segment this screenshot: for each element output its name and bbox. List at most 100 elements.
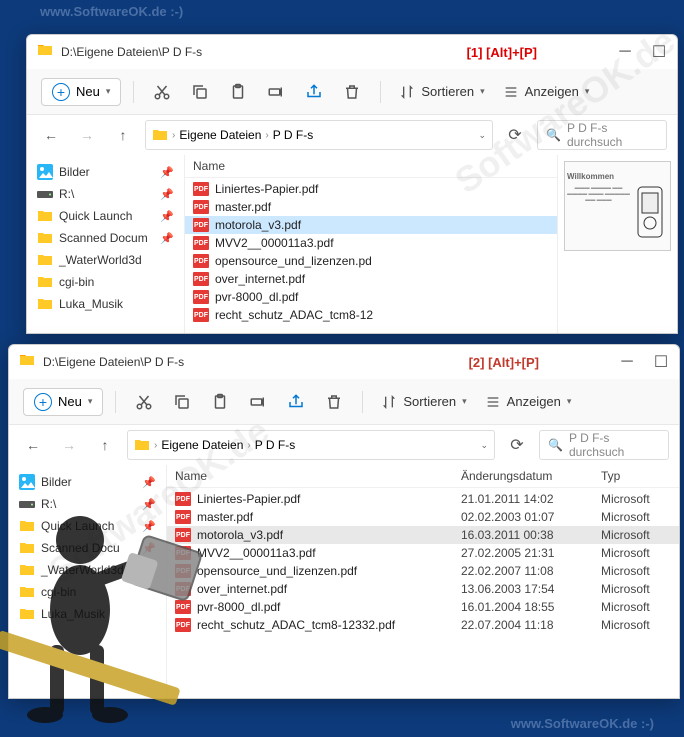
file-row[interactable]: PDFmotorola_v3.pdf: [185, 216, 557, 234]
file-row[interactable]: PDFpvr-8000_dl.pdf16.01.2004 18:55Micros…: [167, 598, 679, 616]
file-row[interactable]: PDFMVV2__000011a3.pdf27.02.2005 21:31Mic…: [167, 544, 679, 562]
share-icon[interactable]: [298, 76, 330, 108]
sidebar-item[interactable]: cgi-bin: [9, 581, 166, 603]
up-button[interactable]: ↑: [109, 121, 137, 149]
rename-icon[interactable]: [260, 76, 292, 108]
maximize-button[interactable]: ☐: [653, 354, 669, 370]
minimize-button[interactable]: ─: [619, 354, 635, 370]
share-icon[interactable]: [280, 386, 312, 418]
breadcrumb[interactable]: › Eigene Dateien › P D F-s ⌄: [145, 120, 493, 150]
file-row[interactable]: PDFLiniertes-Papier.pdf21.01.2011 14:02M…: [167, 490, 679, 508]
paste-icon[interactable]: [222, 76, 254, 108]
drive-icon: [37, 186, 53, 202]
breadcrumb-item[interactable]: P D F-s: [273, 128, 313, 142]
refresh-button[interactable]: ⟳: [501, 125, 529, 145]
sidebar-item[interactable]: _WaterWorld3d: [27, 249, 184, 271]
copy-icon[interactable]: [166, 386, 198, 418]
file-row[interactable]: PDFopensource_und_lizenzen.pd: [185, 252, 557, 270]
file-row[interactable]: PDFLiniertes-Papier.pdf: [185, 180, 557, 198]
new-label: Neu: [58, 394, 82, 409]
rename-icon[interactable]: [242, 386, 274, 418]
delete-icon[interactable]: [318, 386, 350, 418]
sidebar-item[interactable]: Quick Launch📌: [9, 515, 166, 537]
breadcrumb-item[interactable]: Eigene Dateien: [179, 128, 261, 142]
file-row[interactable]: PDFmaster.pdf02.02.2003 01:07Microsoft: [167, 508, 679, 526]
column-header[interactable]: Name: [185, 155, 557, 178]
column-header[interactable]: Name Änderungsdatum Typ: [167, 465, 679, 488]
sort-button[interactable]: Sortieren ▾: [393, 80, 490, 104]
sidebar-item[interactable]: Bilder📌: [27, 161, 184, 183]
file-row[interactable]: PDFpvr-8000_dl.pdf: [185, 288, 557, 306]
search-input[interactable]: 🔍 P D F-s durchsuch: [537, 120, 667, 150]
paste-icon[interactable]: [204, 386, 236, 418]
file-type: Microsoft: [601, 492, 671, 506]
back-button[interactable]: ←: [37, 121, 65, 149]
sidebar-item[interactable]: _WaterWorld3d: [9, 559, 166, 581]
new-button[interactable]: + Neu ▾: [23, 388, 103, 416]
refresh-button[interactable]: ⟳: [503, 435, 531, 455]
file-name: opensource_und_lizenzen.pd: [215, 254, 372, 268]
minimize-button[interactable]: ─: [617, 44, 633, 60]
file-row[interactable]: PDFMVV2__000011a3.pdf: [185, 234, 557, 252]
sidebar-item[interactable]: R:\📌: [27, 183, 184, 205]
titlebar[interactable]: D:\Eigene Dateien\P D F-s [1] [Alt]+[P] …: [27, 35, 677, 69]
back-button[interactable]: ←: [19, 431, 47, 459]
titlebar[interactable]: D:\Eigene Dateien\P D F-s [2] [Alt]+[P] …: [9, 345, 679, 379]
sidebar-item[interactable]: Scanned Docu📌: [9, 537, 166, 559]
watermark-top: www.SoftwareOK.de :-): [40, 4, 183, 19]
pdf-icon: PDF: [193, 200, 209, 214]
pdf-icon: PDF: [193, 290, 209, 304]
cut-icon[interactable]: [146, 76, 178, 108]
file-row[interactable]: PDFrecht_schutz_ADAC_tcm8-12: [185, 306, 557, 324]
pdf-icon: PDF: [193, 236, 209, 250]
search-icon: 🔍: [548, 438, 563, 452]
maximize-button[interactable]: ☐: [651, 44, 667, 60]
file-row[interactable]: PDFmaster.pdf: [185, 198, 557, 216]
search-input[interactable]: 🔍 P D F-s durchsuch: [539, 430, 669, 460]
pdf-icon: PDF: [193, 272, 209, 286]
file-name: recht_schutz_ADAC_tcm8-12: [215, 308, 373, 322]
file-date: 16.03.2011 00:38: [461, 528, 601, 542]
sidebar-item[interactable]: Quick Launch📌: [27, 205, 184, 227]
new-label: Neu: [76, 84, 100, 99]
file-name: opensource_und_lizenzen.pdf: [197, 564, 357, 578]
breadcrumb-item[interactable]: Eigene Dateien: [161, 438, 243, 452]
breadcrumb-item[interactable]: P D F-s: [255, 438, 295, 452]
sidebar-item[interactable]: Luka_Musik: [27, 293, 184, 315]
file-name: Liniertes-Papier.pdf: [215, 182, 318, 196]
column-name[interactable]: Name: [175, 469, 461, 483]
file-row[interactable]: PDFmotorola_v3.pdf16.03.2011 00:38Micros…: [167, 526, 679, 544]
new-button[interactable]: + Neu ▾: [41, 78, 121, 106]
chevron-down-icon[interactable]: ⌄: [480, 440, 488, 451]
column-date[interactable]: Änderungsdatum: [461, 469, 601, 483]
sidebar-item-label: Bilder: [41, 475, 72, 489]
copy-icon[interactable]: [184, 76, 216, 108]
folder-icon: [19, 584, 35, 600]
pin-icon: 📌: [142, 498, 156, 511]
forward-button[interactable]: →: [73, 121, 101, 149]
sidebar-item[interactable]: Luka_Musik: [9, 603, 166, 625]
breadcrumb[interactable]: › Eigene Dateien › P D F-s ⌄: [127, 430, 495, 460]
sidebar-item[interactable]: Bilder📌: [9, 471, 166, 493]
toolbar: + Neu ▾ Sortieren ▾ Anzeigen ▾: [9, 379, 679, 425]
file-row[interactable]: PDFopensource_und_lizenzen.pdf22.02.2007…: [167, 562, 679, 580]
cut-icon[interactable]: [128, 386, 160, 418]
sidebar-item[interactable]: R:\📌: [9, 493, 166, 515]
view-button[interactable]: Anzeigen ▾: [497, 80, 596, 104]
delete-icon[interactable]: [336, 76, 368, 108]
up-button[interactable]: ↑: [91, 431, 119, 459]
folder-icon: [19, 562, 35, 578]
sort-button[interactable]: Sortieren ▾: [375, 390, 472, 414]
forward-button[interactable]: →: [55, 431, 83, 459]
sidebar-item-label: Quick Launch: [59, 209, 132, 223]
chevron-down-icon[interactable]: ⌄: [478, 130, 486, 141]
column-name[interactable]: Name: [193, 159, 549, 173]
view-button[interactable]: Anzeigen ▾: [479, 390, 578, 414]
folder-icon: [19, 518, 35, 534]
file-row[interactable]: PDFover_internet.pdf13.06.2003 17:54Micr…: [167, 580, 679, 598]
file-row[interactable]: PDFover_internet.pdf: [185, 270, 557, 288]
sidebar-item[interactable]: cgi-bin: [27, 271, 184, 293]
file-row[interactable]: PDFrecht_schutz_ADAC_tcm8-12332.pdf22.07…: [167, 616, 679, 634]
column-type[interactable]: Typ: [601, 469, 671, 483]
sidebar-item[interactable]: Scanned Docum📌: [27, 227, 184, 249]
